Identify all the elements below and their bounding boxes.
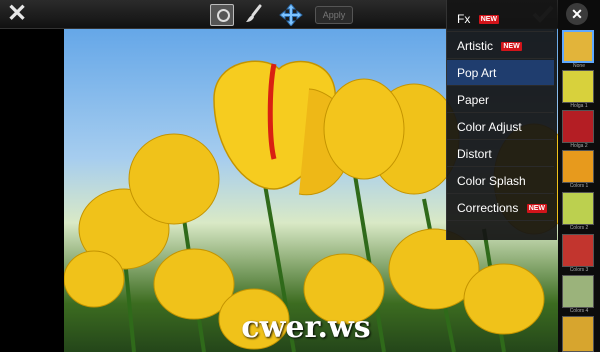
preset-thumb-holga-2[interactable] [562, 110, 594, 143]
new-badge: NEW [501, 42, 522, 52]
menu-item-fx[interactable]: Fx NEW [447, 6, 554, 32]
close-icon[interactable]: ✕ [6, 2, 28, 26]
menu-item-artistic[interactable]: Artistic NEW [447, 33, 554, 59]
menu-item-corrections[interactable]: Corrections NEW [447, 195, 554, 221]
preset-label: Colors 4 [569, 308, 589, 314]
preset-label: Colors 3 [569, 267, 589, 273]
preset-thumb-holga-1[interactable] [562, 70, 594, 103]
menu-item-paper[interactable]: Paper [447, 87, 554, 113]
menu-item-distort[interactable]: Distort [447, 141, 554, 167]
new-badge: NEW [478, 15, 500, 25]
menu-item-label: Distort [457, 147, 492, 161]
preset-thumb-colors-2[interactable] [562, 192, 594, 225]
preset-label: Colors 1 [569, 183, 589, 189]
menu-item-label: Paper [457, 93, 490, 107]
menu-item-color-adjust[interactable]: Color Adjust [447, 114, 554, 140]
brush-icon[interactable] [242, 4, 264, 24]
preset-thumb-colors-3[interactable] [562, 234, 594, 267]
preset-label: Colors 2 [569, 225, 589, 231]
menu-item-label: Corrections [457, 201, 519, 215]
menu-item-pop-art[interactable]: Pop Art [447, 60, 554, 86]
preset-thumbnail-strip: ✕ None Holga 1 Holga 2 Colors 1 Colors 2… [558, 0, 600, 352]
watermark-text: cwer.ws [241, 310, 371, 345]
preset-label: Holga 1 [570, 103, 588, 109]
preset-label: Holga 2 [570, 143, 588, 149]
menu-item-label: Artistic [457, 39, 493, 53]
preset-label: None [573, 63, 585, 69]
menu-item-label: Color Adjust [457, 120, 522, 134]
new-badge: NEW [526, 204, 548, 214]
snapshot-icon[interactable] [210, 4, 234, 26]
preset-thumb-colors-1[interactable] [562, 150, 594, 183]
apply-button[interactable]: Apply [315, 6, 353, 24]
menu-item-label: Pop Art [457, 66, 497, 80]
menu-item-label: Fx [457, 12, 471, 26]
preset-thumb-more[interactable] [562, 316, 594, 352]
preset-thumb-none[interactable] [562, 30, 594, 63]
preset-thumb-colors-4[interactable] [562, 275, 594, 308]
effects-menu: Fx NEW Artistic NEW Pop Art Paper Color … [446, 0, 557, 240]
move-icon[interactable] [276, 3, 306, 27]
close-icon[interactable]: ✕ [566, 3, 588, 25]
menu-item-label: Color Splash [457, 174, 526, 188]
menu-item-color-splash[interactable]: Color Splash [447, 168, 554, 194]
